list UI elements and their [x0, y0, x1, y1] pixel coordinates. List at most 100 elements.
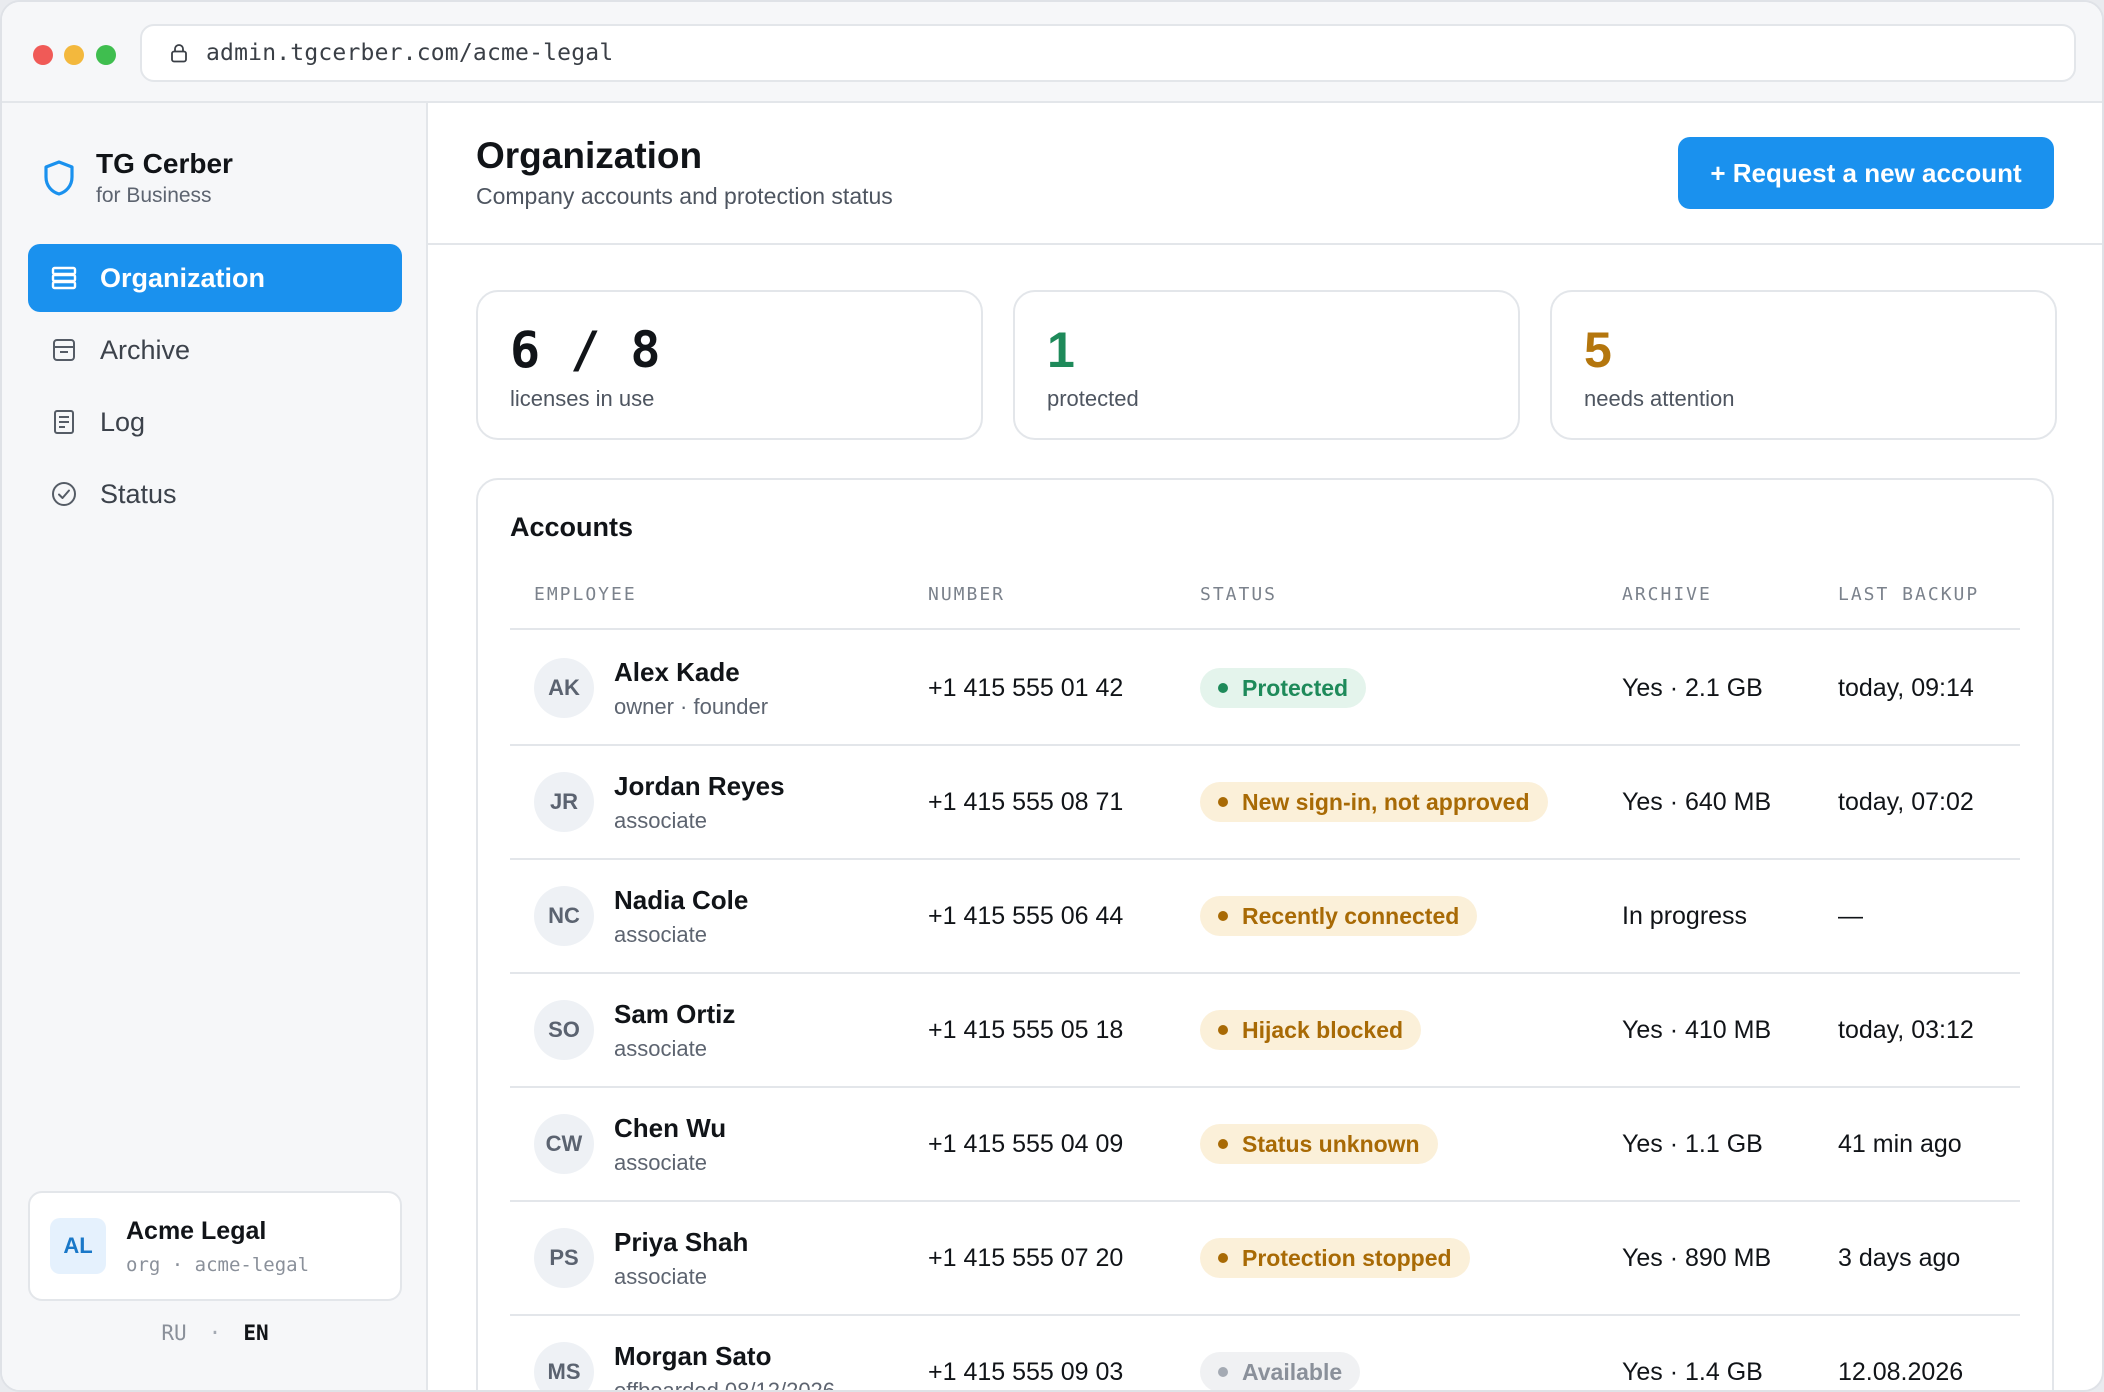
column-header-last-backup: LAST BACKUP: [1838, 584, 1980, 605]
table-row[interactable]: PS Priya Shah associate +1 415 555 07 20 Pro…: [510, 1202, 2020, 1316]
brand: TG Cerber for Business: [42, 147, 233, 209]
stat-card-attention: 5 needs attention: [1550, 290, 2057, 440]
sidebar-nav: Organization Archive Log Status: [28, 244, 402, 532]
employee-cell: MS Morgan Sato offboarded 08/12/2026: [534, 1316, 836, 1392]
lang-ru[interactable]: RU: [161, 1321, 186, 1345]
check-circle-icon: [50, 480, 78, 508]
sidebar-item-status[interactable]: Status: [28, 460, 402, 528]
status-text: Protection stopped: [1242, 1244, 1452, 1271]
employee-role: owner · founder: [614, 693, 769, 719]
archive-icon: [50, 336, 78, 364]
last-backup-cell: 12.08.2026: [1838, 1316, 1964, 1390]
status-dot-icon: [1218, 797, 1228, 807]
number-cell: +1 415 555 05 18: [928, 974, 1123, 1086]
number-cell: +1 415 555 06 44: [928, 860, 1123, 972]
status-text: Protected: [1242, 674, 1349, 701]
status-dot-icon: [1218, 1025, 1228, 1035]
status-text: Status unknown: [1242, 1130, 1420, 1157]
employee-role: offboarded 08/12/2026: [614, 1377, 836, 1392]
stat-label: needs attention: [1584, 386, 1735, 411]
status-dot-icon: [1218, 1253, 1228, 1263]
table-row[interactable]: JR Jordan Reyes associate +1 415 555 08 71 N…: [510, 746, 2020, 860]
employee-role: associate: [614, 1263, 707, 1289]
last-backup-cell: today, 09:14: [1838, 632, 1974, 744]
phone-number: +1 415 555 05 18: [928, 1015, 1124, 1044]
avatar: PS: [534, 1228, 594, 1288]
number-cell: +1 415 555 07 20: [928, 1202, 1123, 1314]
status-cell: Hijack blocked: [1200, 974, 1422, 1086]
document-icon: [50, 408, 78, 436]
shield-icon: [42, 159, 76, 197]
status-badge: Available: [1200, 1352, 1361, 1390]
number-cell: +1 415 555 04 09: [928, 1088, 1123, 1200]
employee-cell: SO Sam Ortiz associate: [534, 974, 735, 1086]
sidebar-item-organization[interactable]: Organization: [28, 244, 402, 312]
stat-value: 5: [1584, 322, 1612, 378]
phone-number: +1 415 555 07 20: [928, 1243, 1124, 1272]
lock-icon: [170, 43, 188, 63]
phone-number: +1 415 555 04 09: [928, 1129, 1124, 1158]
status-badge: Hijack blocked: [1200, 1010, 1422, 1050]
employee-cell: PS Priya Shah associate: [534, 1202, 748, 1314]
phone-number: +1 415 555 06 44: [928, 901, 1124, 930]
column-header-number: NUMBER: [928, 584, 1006, 605]
status-dot-icon: [1218, 683, 1228, 693]
org-avatar: AL: [50, 1218, 106, 1274]
last-backup-cell: 3 days ago: [1838, 1202, 1960, 1314]
org-slug: org · acme-legal: [126, 1253, 310, 1276]
sidebar-item-archive[interactable]: Archive: [28, 316, 402, 384]
stat-label: licenses in use: [510, 386, 655, 411]
archive-value: Yes · 890 MB: [1622, 1243, 1772, 1272]
browser-chrome: admin.tgcerber.com/acme-legal: [2, 2, 2102, 103]
number-cell: +1 415 555 09 03: [928, 1316, 1123, 1390]
org-switcher[interactable]: AL Acme Legal org · acme-legal: [28, 1191, 402, 1301]
status-text: Available: [1242, 1358, 1343, 1385]
url-text: admin.tgcerber.com/acme-legal: [206, 40, 614, 66]
phone-number: +1 415 555 01 42: [928, 673, 1124, 702]
maximize-window-button[interactable]: [96, 45, 116, 65]
status-badge: Recently connected: [1200, 896, 1478, 936]
employee-cell: AK Alex Kade owner · founder: [534, 632, 768, 744]
table-row[interactable]: AK Alex Kade owner · founder +1 415 555 01 …: [510, 632, 2020, 746]
number-cell: +1 415 555 01 42: [928, 632, 1123, 744]
status-cell: New sign-in, not approved: [1200, 746, 1548, 858]
number-cell: +1 415 555 08 71: [928, 746, 1123, 858]
address-bar[interactable]: admin.tgcerber.com/acme-legal: [140, 24, 2076, 82]
avatar: SO: [534, 1000, 594, 1060]
stats-row: 6 / 8 licenses in use 1 protected 5 need…: [476, 290, 2057, 440]
last-backup-value: today, 07:02: [1838, 787, 1974, 816]
table-row[interactable]: CW Chen Wu associate +1 415 555 04 09 Status…: [510, 1088, 2020, 1202]
employee-name: Priya Shah: [614, 1226, 749, 1257]
avatar: AK: [534, 658, 594, 718]
archive-cell: Yes · 2.1 GB: [1622, 632, 1763, 744]
status-cell: Available: [1200, 1316, 1361, 1390]
org-name: Acme Legal: [126, 1216, 267, 1245]
archive-cell: Yes · 1.1 GB: [1622, 1088, 1763, 1200]
close-window-button[interactable]: [33, 45, 53, 65]
last-backup-value: 12.08.2026: [1838, 1357, 1964, 1386]
request-account-button[interactable]: + Request a new account: [1678, 137, 2054, 209]
sidebar-item-label: Log: [100, 406, 146, 437]
table-row[interactable]: SO Sam Ortiz associate +1 415 555 05 18 Hija…: [510, 974, 2020, 1088]
archive-value: Yes · 640 MB: [1622, 787, 1772, 816]
employee-name: Jordan Reyes: [614, 770, 785, 801]
table-row[interactable]: NC Nadia Cole associate +1 415 555 06 44 Rec…: [510, 860, 2020, 974]
table-header: EMPLOYEE NUMBER STATUS ARCHIVE LAST BACK…: [510, 560, 2020, 630]
browser-window: admin.tgcerber.com/acme-legal TG Cerber …: [0, 0, 2104, 1392]
table-row[interactable]: MS Morgan Sato offboarded 08/12/2026 +1 415…: [510, 1316, 2020, 1392]
accounts-title: Accounts: [510, 512, 634, 542]
archive-cell: Yes · 890 MB: [1622, 1202, 1771, 1314]
sidebar-item-log[interactable]: Log: [28, 388, 402, 456]
employee-role: associate: [614, 1035, 707, 1061]
sidebar: TG Cerber for Business Organization Arch…: [2, 103, 428, 1390]
phone-number: +1 415 555 08 71: [928, 787, 1124, 816]
employee-cell: NC Nadia Cole associate: [534, 860, 748, 972]
minimize-window-button[interactable]: [64, 45, 84, 65]
employee-name: Sam Ortiz: [614, 998, 736, 1029]
last-backup-cell: —: [1838, 860, 1863, 972]
brand-subtitle: for Business: [96, 184, 212, 207]
last-backup-cell: today, 03:12: [1838, 974, 1974, 1086]
employee-role: associate: [614, 1149, 707, 1175]
lang-en[interactable]: EN: [243, 1321, 268, 1345]
avatar: CW: [534, 1114, 594, 1174]
